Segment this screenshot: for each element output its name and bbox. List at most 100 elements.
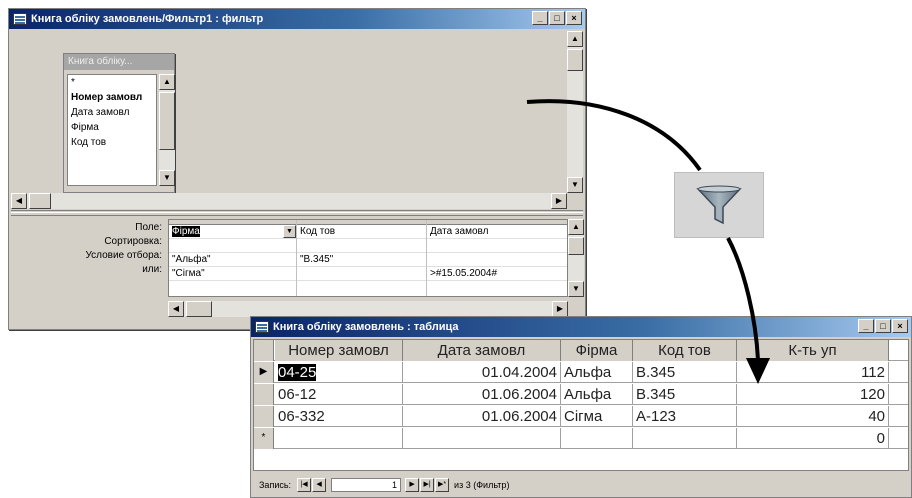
table-cell[interactable]: 01.06.2004 <box>403 384 561 405</box>
next-record-icon[interactable]: ▶ <box>405 478 420 492</box>
apply-filter-button[interactable] <box>674 172 764 238</box>
previous-record-icon[interactable]: ◀ <box>312 478 327 492</box>
record-selector[interactable]: ▶ <box>254 362 274 383</box>
sort-cell[interactable] <box>297 239 426 253</box>
table-row[interactable]: ▶ 04-25 01.04.2004 Альфа B.345 112 <box>254 362 908 383</box>
field-list-item[interactable]: Код тов <box>68 135 156 150</box>
table-cell[interactable] <box>403 428 561 449</box>
scroll-left-icon[interactable]: ◀ <box>11 193 27 209</box>
scroll-down-icon[interactable]: ▼ <box>159 170 175 186</box>
close-icon[interactable]: × <box>892 319 908 333</box>
scroll-up-icon[interactable]: ▲ <box>567 31 583 47</box>
minimize-icon[interactable]: _ <box>532 11 548 25</box>
grid-horizontal-scrollbar[interactable]: ◀ ▶ <box>168 301 568 317</box>
row-label-or: или: <box>142 264 162 275</box>
upper-horizontal-scrollbar[interactable]: ◀ ▶ <box>11 193 567 209</box>
field-list-item[interactable]: Фірма <box>68 120 156 135</box>
query-column[interactable]: Код тов "B.345" <box>297 220 427 296</box>
datasheet-grid[interactable]: Номер замовл Дата замовл Фірма Код тов К… <box>253 339 909 471</box>
field-cell[interactable]: Код тов <box>297 225 426 239</box>
scroll-right-icon[interactable]: ▶ <box>551 193 567 209</box>
scroll-down-icon[interactable]: ▼ <box>567 177 583 193</box>
table-cell[interactable]: 0 <box>737 428 889 449</box>
field-list-box[interactable]: Книга обліку... * Номер замовл Дата замо… <box>63 53 175 193</box>
table-cell[interactable]: 40 <box>737 406 889 427</box>
minimize-icon[interactable]: _ <box>858 319 874 333</box>
criteria-cell[interactable]: "Альфа" <box>169 253 296 267</box>
column-header[interactable]: Дата замовл <box>403 340 561 361</box>
scroll-left-icon[interactable]: ◀ <box>168 301 184 317</box>
sort-cell[interactable] <box>169 239 296 253</box>
maximize-icon[interactable]: □ <box>875 319 891 333</box>
filter-window-title: Книга обліку замовлень/Фильтр1 : фильтр <box>31 13 264 25</box>
table-row[interactable]: 06-332 01.06.2004 Сігма A-123 40 <box>254 406 908 427</box>
field-list-item[interactable]: Номер замовл <box>68 90 156 105</box>
table-cell[interactable]: 01.04.2004 <box>403 362 561 383</box>
scroll-down-icon[interactable]: ▼ <box>568 281 584 297</box>
query-grid[interactable]: Фірма ▼ "Альфа" "Сігма" Код тов "B.345" Д… <box>168 219 568 297</box>
scroll-up-icon[interactable]: ▲ <box>568 219 584 235</box>
new-record-row[interactable]: * 0 <box>254 428 908 449</box>
column-header[interactable]: Фірма <box>561 340 633 361</box>
field-list-item[interactable]: Дата замовл <box>68 105 156 120</box>
upper-vertical-scrollbar[interactable]: ▲ ▼ <box>567 31 583 193</box>
table-cell[interactable]: 06-12 <box>275 384 403 405</box>
table-row[interactable]: 06-12 01.06.2004 Альфа B.345 120 <box>254 384 908 405</box>
field-list-item[interactable]: * <box>68 75 156 90</box>
table-cell[interactable]: 120 <box>737 384 889 405</box>
table-cell[interactable]: B.345 <box>633 384 737 405</box>
or-cell[interactable] <box>297 267 426 281</box>
table-cell[interactable] <box>633 428 737 449</box>
maximize-icon[interactable]: □ <box>549 11 565 25</box>
record-selector[interactable] <box>254 406 274 427</box>
record-navigation-bar: Запись: |◀ ◀ 1 ▶ ▶| ▶* из 3 (Фильтр) <box>253 475 909 495</box>
scroll-right-icon[interactable]: ▶ <box>552 301 568 317</box>
table-cell[interactable]: Альфа <box>561 384 633 405</box>
scroll-thumb[interactable] <box>159 92 175 150</box>
query-column[interactable]: Дата замовл >#15.05.2004# <box>427 220 567 296</box>
criteria-cell[interactable] <box>427 253 567 267</box>
record-selector[interactable] <box>254 384 274 405</box>
new-record-icon[interactable]: ▶* <box>435 478 450 492</box>
filter-window-titlebar[interactable]: Книга обліку замовлень/Фильтр1 : фильтр … <box>9 9 585 29</box>
field-list[interactable]: * Номер замовл Дата замовл Фірма Код тов <box>67 74 157 186</box>
new-record-marker[interactable]: * <box>254 428 274 449</box>
field-list-scrollbar[interactable]: ▲ ▼ <box>159 74 175 186</box>
table-cell[interactable]: A-123 <box>633 406 737 427</box>
column-header[interactable]: К-ть уп <box>737 340 889 361</box>
table-area-pane: Книга обліку... * Номер замовл Дата замо… <box>11 31 583 211</box>
select-all-corner[interactable] <box>254 340 274 361</box>
close-icon[interactable]: × <box>566 11 582 25</box>
table-cell[interactable]: Альфа <box>561 362 633 383</box>
chevron-down-icon[interactable]: ▼ <box>283 225 296 238</box>
table-window-titlebar[interactable]: Книга обліку замовлень : таблица _ □ × <box>251 317 911 337</box>
scroll-thumb[interactable] <box>29 193 51 209</box>
scroll-thumb[interactable] <box>568 237 584 255</box>
table-cell[interactable]: 01.06.2004 <box>403 406 561 427</box>
pane-splitter[interactable] <box>11 212 583 216</box>
table-cell[interactable]: Сігма <box>561 406 633 427</box>
criteria-cell[interactable]: "B.345" <box>297 253 426 267</box>
column-header[interactable]: Номер замовл <box>275 340 403 361</box>
grid-vertical-scrollbar[interactable]: ▲ ▼ <box>568 219 584 297</box>
record-number-input[interactable]: 1 <box>331 478 402 492</box>
scroll-thumb[interactable] <box>186 301 212 317</box>
sort-cell[interactable] <box>427 239 567 253</box>
first-record-icon[interactable]: |◀ <box>297 478 312 492</box>
field-cell[interactable]: Фірма ▼ <box>169 225 296 239</box>
query-column[interactable]: Фірма ▼ "Альфа" "Сігма" <box>169 220 297 296</box>
table-cell[interactable] <box>561 428 633 449</box>
table-cell[interactable]: 06-332 <box>275 406 403 427</box>
column-header[interactable]: Код тов <box>633 340 737 361</box>
field-cell[interactable]: Дата замовл <box>427 225 567 239</box>
row-label-field: Поле: <box>135 222 162 233</box>
scroll-thumb[interactable] <box>567 49 583 71</box>
last-record-icon[interactable]: ▶| <box>420 478 435 492</box>
or-cell[interactable]: "Сігма" <box>169 267 296 281</box>
table-cell[interactable]: 04-25 <box>275 362 403 383</box>
table-cell[interactable]: B.345 <box>633 362 737 383</box>
table-cell[interactable] <box>275 428 403 449</box>
scroll-up-icon[interactable]: ▲ <box>159 74 175 90</box>
table-cell[interactable]: 112 <box>737 362 889 383</box>
or-cell[interactable]: >#15.05.2004# <box>427 267 567 281</box>
